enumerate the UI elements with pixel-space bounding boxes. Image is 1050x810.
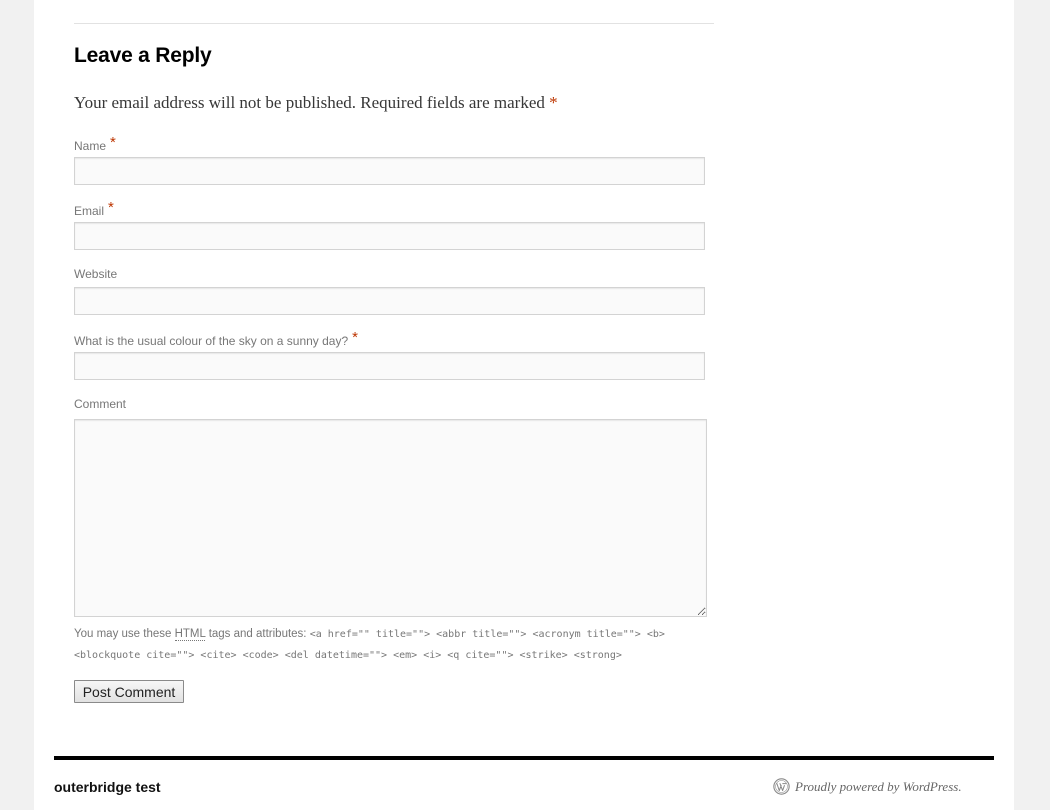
allowed-tags-prefix: You may use these — [74, 628, 172, 640]
captcha-label-text: What is the usual colour of the sky on a… — [74, 334, 349, 348]
content-area: Leave a Reply Your email address will no… — [34, 0, 1014, 810]
name-label: Name * — [74, 134, 116, 154]
comment-notes-text: Your email address will not be published… — [74, 93, 545, 112]
footer-rule — [54, 756, 994, 760]
captcha-label: What is the usual colour of the sky on a… — [74, 329, 358, 349]
comment-textarea[interactable] — [74, 419, 707, 617]
comment-label: Comment — [74, 397, 127, 411]
website-label: Website — [74, 267, 118, 281]
reply-title: Leave a Reply — [74, 44, 212, 67]
name-required-marker: * — [110, 134, 116, 151]
name-label-text: Name — [74, 139, 107, 153]
email-label: Email * — [74, 199, 114, 219]
html-abbr: HTML — [174, 628, 206, 641]
captcha-input[interactable] — [74, 352, 705, 380]
email-input[interactable] — [74, 222, 705, 250]
website-input[interactable] — [74, 287, 705, 315]
post-comment-button[interactable]: Post Comment — [74, 680, 184, 703]
required-marker: * — [549, 93, 558, 112]
divider — [74, 23, 714, 24]
wordpress-icon — [773, 778, 790, 795]
email-required-marker: * — [108, 199, 114, 216]
captcha-required-marker: * — [352, 329, 358, 346]
credit-text: Proudly powered by WordPress. — [795, 778, 962, 794]
email-label-text: Email — [74, 204, 105, 218]
wordpress-credit-link[interactable]: Proudly powered by WordPress. — [773, 778, 962, 795]
comment-notes: Your email address will not be published… — [74, 93, 558, 113]
allowed-tags-note: You may use these HTML tags and attribut… — [74, 624, 714, 666]
site-name-link[interactable]: outerbridge test — [54, 779, 161, 795]
allowed-tags-suffix: tags and attributes: — [208, 628, 307, 640]
name-input[interactable] — [74, 157, 705, 185]
